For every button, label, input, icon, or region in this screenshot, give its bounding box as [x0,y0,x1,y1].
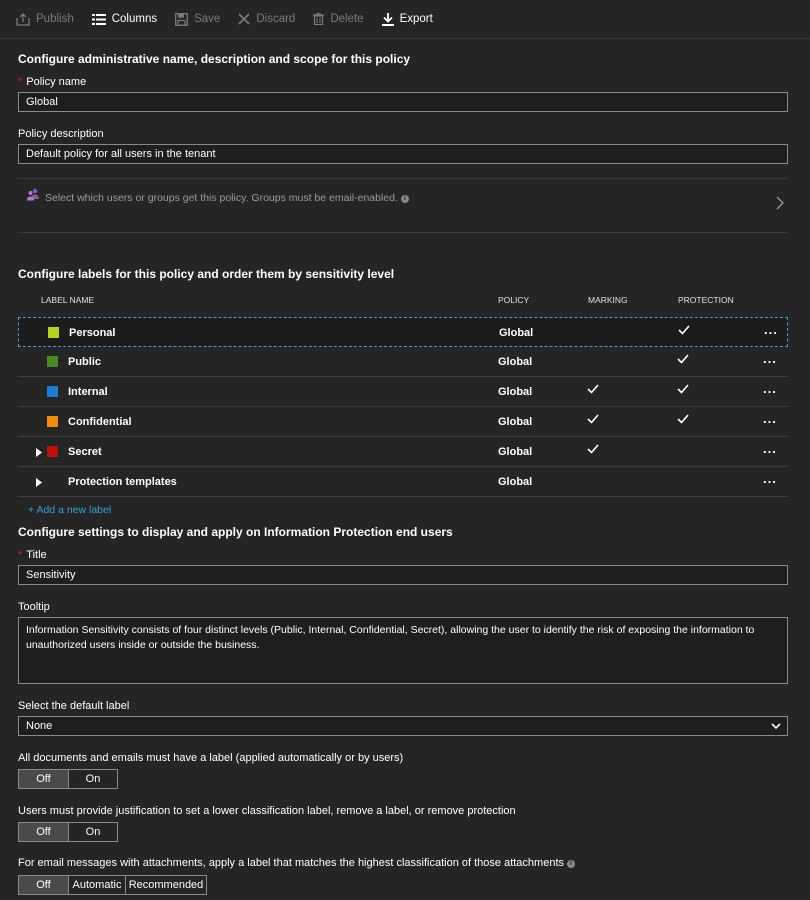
info-icon: i [567,860,575,868]
columns-button[interactable]: Columns [91,13,158,25]
marking-check-icon [587,414,599,427]
policy-description-label: Policy description [18,128,104,140]
more-options-button[interactable]: ... [763,411,777,426]
protection-check-icon [677,384,689,397]
label-row[interactable]: Internal Global... [18,377,788,407]
admin-section-heading: Configure administrative name, descripti… [18,52,411,66]
export-button[interactable]: Export [381,12,433,26]
default-label-value: None [26,720,53,732]
justification-on-option[interactable]: On [69,823,117,841]
save-icon [175,12,189,26]
label-name: Protection templates [68,476,177,488]
policy-name-label: * Policy name [18,76,87,88]
publish-label: Publish [36,13,74,25]
justification-toggle: Off On [18,822,118,842]
label-policy: Global [498,386,533,398]
columns-label: Columns [111,13,158,25]
marking-check-icon [587,384,599,397]
attachments-recommended-option[interactable]: Recommended [126,876,206,894]
attachments-label-text: For email messages with attachments, app… [18,857,575,869]
label-color-swatch [47,446,58,457]
required-marker: * [18,76,23,88]
scope-text: Select which users or groups get this po… [45,192,409,204]
column-header-marking[interactable]: MARKING [588,295,628,305]
save-label: Save [194,13,221,25]
attachments-toggle: Off Automatic Recommended [18,875,207,895]
label-name: Personal [69,327,116,339]
protection-check-icon [677,354,689,367]
chevron-right-icon [776,196,784,210]
label-color-swatch [48,327,59,338]
discard-button[interactable]: Discard [238,13,295,25]
publish-icon [16,12,30,26]
title-field[interactable]: Sensitivity [18,565,788,585]
users-icon [26,188,39,201]
trash-icon [313,13,325,25]
label-color-swatch [47,356,58,367]
info-icon: i [400,195,409,203]
default-label-label: Select the default label [18,700,130,712]
label-policy: Global [498,356,533,368]
label-color-swatch [47,416,58,427]
publish-button[interactable]: Publish [16,12,74,26]
mandatory-label-text: All documents and emails must have a lab… [18,752,404,764]
expand-arrow-icon[interactable] [36,478,42,490]
more-options-button[interactable]: ... [763,471,777,486]
label-policy: Global [498,416,533,428]
column-header-label-name[interactable]: LABEL NAME [41,295,94,305]
chevron-down-icon [771,723,781,730]
tooltip-label: Tooltip [18,601,50,613]
label-color-swatch [47,386,58,397]
label-row[interactable]: Personal Global... [18,317,788,347]
label-name: Internal [68,386,108,398]
label-name: Confidential [68,416,132,428]
columns-icon [91,13,106,25]
attachments-off-option[interactable]: Off [19,876,69,894]
more-options-button[interactable]: ... [763,381,777,396]
save-button[interactable]: Save [175,12,221,26]
label-policy: Global [498,476,533,488]
attachments-automatic-option[interactable]: Automatic [69,876,126,894]
policy-description-field[interactable]: Default policy for all users in the tena… [18,144,788,164]
label-row[interactable]: Secret Global... [18,437,788,467]
export-label: Export [399,13,433,25]
mandatory-toggle: Off On [18,769,118,789]
toolbar: Publish Columns Save Discard Delete Expo… [0,0,810,39]
mandatory-on-option[interactable]: On [69,770,117,788]
more-options-button[interactable]: ... [763,441,777,456]
justification-off-option[interactable]: Off [19,823,69,841]
policy-name-field[interactable]: Global [18,92,788,112]
delete-button[interactable]: Delete [313,13,364,25]
protection-check-icon [677,414,689,427]
label-row[interactable]: Protection templates Global... [18,467,788,497]
label-policy: Global [499,327,534,339]
required-marker: * [18,549,23,561]
protection-check-icon [678,325,690,338]
more-options-button[interactable]: ... [764,322,778,337]
label-policy: Global [498,446,533,458]
column-header-policy[interactable]: POLICY [498,295,529,305]
settings-section-heading: Configure settings to display and apply … [18,525,453,539]
marking-check-icon [587,444,599,457]
download-icon [381,12,394,26]
discard-label: Discard [256,13,296,25]
label-name: Public [68,356,102,368]
labels-section-heading: Configure labels for this policy and ord… [18,267,395,281]
close-icon [238,13,250,25]
label-name: Secret [68,446,102,458]
label-row[interactable]: Public Global... [18,347,788,377]
delete-label: Delete [330,13,364,25]
label-row[interactable]: Confidential Global... [18,407,788,437]
column-header-protection[interactable]: PROTECTION [678,295,734,305]
add-label-link[interactable]: + Add a new label [28,504,111,516]
tooltip-field[interactable]: Information Sensitivity consists of four… [18,617,788,684]
mandatory-off-option[interactable]: Off [19,770,69,788]
justification-label-text: Users must provide justification to set … [18,805,516,817]
title-label: * Title [18,549,47,561]
default-label-select[interactable]: None [18,716,788,736]
select-users-groups-row[interactable]: Select which users or groups get this po… [18,178,788,233]
expand-arrow-icon[interactable] [36,448,42,460]
more-options-button[interactable]: ... [763,351,777,366]
